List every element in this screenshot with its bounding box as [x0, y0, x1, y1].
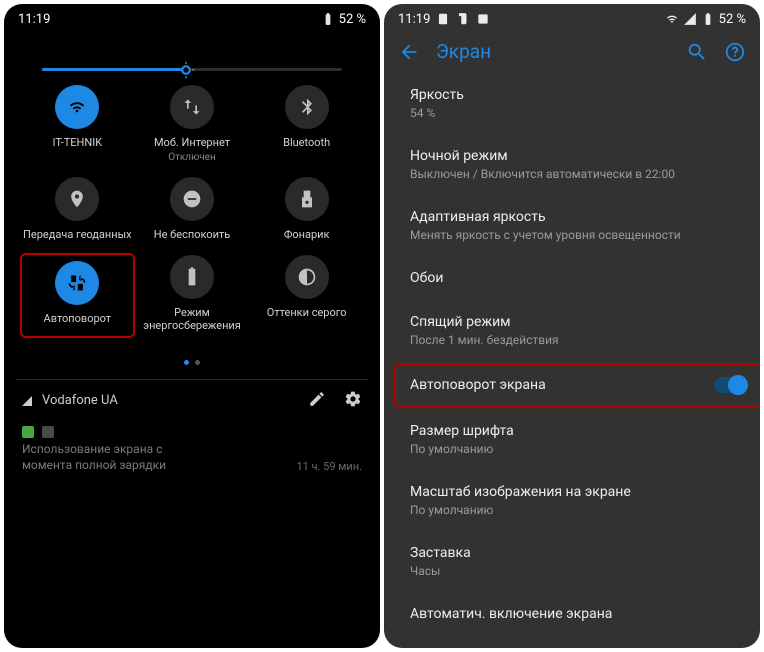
- swap-icon: [170, 85, 214, 129]
- item-sub: По умолчанию: [410, 442, 744, 456]
- item-title: Спящий режим: [410, 314, 744, 330]
- item-sub: Менять яркость с учетом уровня освещенно…: [410, 228, 744, 242]
- item-sub: После 1 мин. бездействия: [410, 333, 744, 347]
- tile-mobile[interactable]: Моб. Интернет Отключен: [137, 85, 248, 163]
- evernote-icon: [456, 12, 470, 26]
- tile-label: Автоповорот: [44, 313, 112, 326]
- settings-item[interactable]: Автоматич. включение экрана: [410, 596, 760, 632]
- tile-label: Оттенки серого: [267, 307, 347, 320]
- item-title: Обои: [410, 270, 744, 286]
- tile-location[interactable]: Передача геоданных: [22, 177, 133, 242]
- page-title: Экран: [436, 40, 670, 63]
- item-sub: По умолчанию: [410, 503, 744, 517]
- item-sub: 54 %: [410, 106, 744, 120]
- back-button[interactable]: [398, 41, 420, 63]
- signal-icon: [683, 12, 697, 26]
- app-icon: [22, 426, 34, 438]
- tile-label: Передача геоданных: [23, 229, 132, 242]
- status-battery: 52 %: [719, 12, 746, 27]
- brightness-slider[interactable]: [16, 38, 368, 85]
- tile-label: Моб. Интернет: [154, 137, 230, 150]
- quick-settings-panel: 11:19 52 % IT-TEHNIK Моб. Интернет Отклю…: [4, 4, 380, 648]
- location-icon: [55, 177, 99, 221]
- battery-icon: [170, 255, 214, 299]
- signal-icon: [22, 396, 32, 406]
- item-sub: Выключен / Включится автоматически в 22:…: [410, 167, 744, 181]
- settings-item[interactable]: Адаптивная яркость Менять яркость с учето…: [410, 199, 760, 252]
- dnd-icon: [170, 177, 214, 221]
- tile-label: Режим энергосбережения: [137, 307, 248, 332]
- wifi-icon: [665, 12, 679, 26]
- settings-item[interactable]: Спящий режим После 1 мин. бездействия: [410, 304, 760, 357]
- notification-time: 11 ч. 59 мин.: [296, 460, 362, 473]
- app-icon-2: [42, 426, 54, 438]
- flash-icon: [285, 177, 329, 221]
- search-button[interactable]: [686, 41, 708, 63]
- status-bar: 11:19 52 %: [4, 4, 380, 30]
- tile-label: IT-TEHNIK: [53, 137, 103, 150]
- bluetooth-icon: [285, 85, 329, 129]
- app-bar: Экран: [384, 30, 760, 77]
- tile-wifi[interactable]: IT-TEHNIK: [22, 85, 133, 163]
- settings-item[interactable]: Заставка Часы: [410, 535, 760, 588]
- item-title: Заставка: [410, 545, 744, 561]
- item-title: Автоматич. включение экрана: [410, 606, 744, 622]
- item-title: Ночной режим: [410, 148, 744, 164]
- tile-label: Bluetooth: [283, 137, 330, 150]
- help-button[interactable]: [724, 41, 746, 63]
- tile-flash[interactable]: Фонарик: [251, 177, 362, 242]
- edit-button[interactable]: [308, 390, 326, 412]
- settings-item[interactable]: Ночной режим Выключен / Включится автомат…: [410, 138, 760, 191]
- tile-dnd[interactable]: Не беспокоить: [137, 177, 248, 242]
- notif-icon-2: [476, 12, 490, 26]
- contrast-icon: [285, 255, 329, 299]
- tile-label: Не беспокоить: [154, 229, 230, 242]
- item-title: Размер шрифта: [410, 423, 744, 439]
- tile-sublabel: Отключен: [168, 152, 216, 163]
- item-title: Адаптивная яркость: [410, 209, 744, 225]
- settings-item[interactable]: Автоповорот экрана: [396, 365, 760, 405]
- battery-icon: [321, 12, 335, 26]
- settings-item[interactable]: Размер шрифта По умолчанию: [410, 413, 760, 466]
- status-battery: 52 %: [339, 12, 366, 27]
- settings-list: Яркость 54 % Ночной режим Выключен / Включи…: [384, 77, 760, 648]
- tile-battery[interactable]: Режим энергосбережения: [137, 255, 248, 336]
- settings-item[interactable]: Яркость 54 %: [410, 77, 760, 130]
- tile-label: Фонарик: [284, 229, 330, 242]
- tile-bt[interactable]: Bluetooth: [251, 85, 362, 163]
- wifi-icon: [55, 85, 99, 129]
- item-title: Масштаб изображения на экране: [410, 484, 744, 500]
- rotate-icon: [55, 261, 99, 305]
- settings-item[interactable]: Масштаб изображения на экране По умолчани…: [410, 474, 760, 527]
- item-title: Автоповорот экрана: [410, 377, 546, 393]
- item-title: Яркость: [410, 87, 744, 103]
- display-settings-screen: 11:19 52 % Экран Яркость 54 % Ночной режим…: [384, 4, 760, 648]
- status-time: 11:19: [398, 12, 430, 27]
- status-time: 11:19: [18, 12, 50, 27]
- battery-icon: [701, 12, 715, 26]
- footer-row: Vodafone UA: [16, 386, 368, 416]
- page-indicator: [16, 350, 368, 369]
- brightness-thumb-icon[interactable]: [177, 61, 195, 79]
- notification-text: Использование экрана с момента полной за…: [22, 442, 166, 473]
- carrier-label: Vodafone UA: [42, 393, 118, 408]
- item-sub: Часы: [410, 564, 744, 578]
- settings-item[interactable]: Обои: [410, 260, 760, 296]
- tile-grid: IT-TEHNIK Моб. Интернет Отключен Bluetoo…: [16, 85, 368, 336]
- notif-icon: [436, 12, 450, 26]
- settings-button[interactable]: [344, 390, 362, 412]
- toggle-switch[interactable]: [714, 377, 746, 393]
- tile-gray[interactable]: Оттенки серого: [251, 255, 362, 336]
- status-bar: 11:19 52 %: [384, 4, 760, 30]
- notification-card[interactable]: Использование экрана с момента полной за…: [16, 422, 368, 487]
- tile-rotate[interactable]: Автоповорот: [22, 255, 133, 336]
